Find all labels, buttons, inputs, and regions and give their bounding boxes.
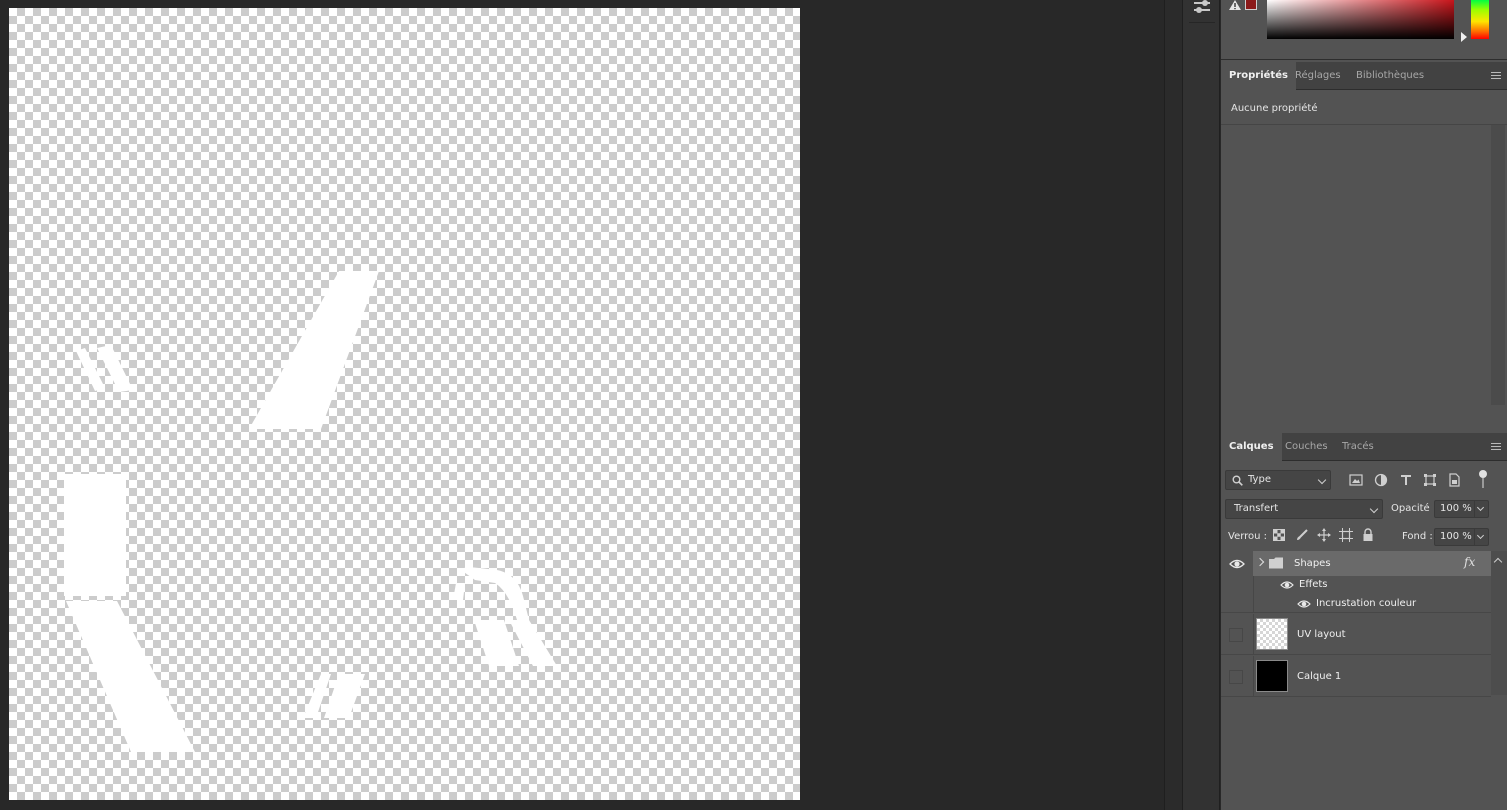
lock-artboard-icon[interactable] bbox=[1339, 528, 1353, 542]
tab-reglages[interactable]: Réglages bbox=[1287, 62, 1349, 90]
tab-proprietes[interactable]: Propriétés bbox=[1221, 62, 1296, 90]
layer-thumbnail-transparent bbox=[1256, 618, 1288, 650]
layer-name-uv-layout[interactable]: UV layout bbox=[1297, 629, 1346, 640]
chevron-down-icon bbox=[1317, 475, 1327, 485]
visibility-toggle-off[interactable] bbox=[1229, 670, 1243, 684]
effects-header-label[interactable]: Effets bbox=[1299, 579, 1328, 590]
opacity-field[interactable]: 100 % bbox=[1434, 500, 1489, 518]
uv-shape-diagonal-strip bbox=[66, 601, 195, 752]
hue-slider[interactable] bbox=[1471, 0, 1489, 39]
smart-object-filter-icon[interactable] bbox=[1447, 473, 1461, 487]
lock-transparent-pixels-icon[interactable] bbox=[1272, 528, 1286, 542]
fill-value: 100 % bbox=[1440, 531, 1472, 542]
document-canvas[interactable] bbox=[9, 8, 800, 800]
layer-name-shapes[interactable]: Shapes bbox=[1294, 558, 1331, 569]
warning-triangle-icon[interactable] bbox=[1229, 0, 1241, 10]
no-properties-text: Aucune propriété bbox=[1231, 103, 1318, 114]
tab-calques[interactable]: Calques bbox=[1221, 433, 1282, 461]
layer-row-shapes[interactable]: Shapes fx Effets Incrustation couleur bbox=[1221, 551, 1491, 613]
layer-name-calque-1[interactable]: Calque 1 bbox=[1297, 671, 1341, 682]
properties-divider bbox=[1221, 124, 1507, 125]
uv-shape-small-bottom-b bbox=[324, 674, 365, 718]
layer-row-uv-layout[interactable]: UV layout bbox=[1221, 614, 1491, 655]
right-panel-column: Propriétés Réglages Bibliothèques Aucune… bbox=[1221, 0, 1507, 810]
collapsed-panel-dock bbox=[1182, 0, 1220, 810]
hamburger-menu-icon[interactable] bbox=[1491, 72, 1501, 81]
type-filter-icon[interactable] bbox=[1399, 473, 1413, 487]
chevron-down-icon bbox=[1369, 504, 1379, 514]
dock-gutter bbox=[1164, 0, 1182, 810]
image-filter-icon[interactable] bbox=[1349, 473, 1363, 487]
tab-couches[interactable]: Couches bbox=[1277, 433, 1336, 461]
shape-filter-icon[interactable] bbox=[1423, 473, 1437, 487]
blend-mode-value: Transfert bbox=[1234, 503, 1279, 514]
lock-all-icon[interactable] bbox=[1361, 528, 1375, 542]
layer-list-scrollbar[interactable] bbox=[1491, 551, 1507, 695]
fill-label: Fond : bbox=[1402, 531, 1433, 542]
tab-bibliotheques[interactable]: Bibliothèques bbox=[1348, 62, 1432, 90]
color-picker-field[interactable] bbox=[1267, 0, 1454, 39]
properties-scrollbar[interactable] bbox=[1491, 125, 1505, 405]
hue-slider-marker[interactable] bbox=[1461, 32, 1467, 42]
filter-kind-value: Type bbox=[1248, 474, 1271, 485]
adjustment-filter-icon[interactable] bbox=[1374, 473, 1388, 487]
chevron-down-icon[interactable] bbox=[1476, 503, 1485, 512]
uv-shape-notch bbox=[453, 583, 465, 600]
layer-thumbnail-black bbox=[1256, 660, 1288, 692]
eye-icon[interactable] bbox=[1229, 556, 1245, 572]
chevron-up-icon[interactable] bbox=[1493, 557, 1503, 567]
layer-row-calque-1[interactable]: Calque 1 bbox=[1221, 656, 1491, 697]
selected-layer-highlight bbox=[1253, 551, 1491, 576]
properties-tab-bar: Propriétés Réglages Bibliothèques bbox=[1221, 62, 1507, 90]
dock-divider bbox=[1189, 22, 1215, 23]
opacity-label: Opacité : bbox=[1391, 503, 1437, 514]
blend-mode-select[interactable]: Transfert bbox=[1225, 499, 1383, 519]
tab-traces[interactable]: Tracés bbox=[1334, 433, 1382, 461]
effect-color-overlay-label[interactable]: Incrustation couleur bbox=[1316, 598, 1416, 609]
layers-tab-bar: Calques Couches Tracés bbox=[1221, 433, 1507, 461]
adjustment-sliders-icon[interactable] bbox=[1192, 0, 1214, 16]
row-divider bbox=[1253, 656, 1254, 697]
properties-panel-body: Aucune propriété bbox=[1221, 91, 1507, 429]
lock-label: Verrou : bbox=[1228, 531, 1268, 542]
group-indent-line bbox=[1253, 576, 1254, 613]
lock-image-pixels-icon[interactable] bbox=[1295, 528, 1309, 542]
opacity-value: 100 % bbox=[1440, 503, 1472, 514]
folder-icon bbox=[1268, 556, 1284, 570]
photoshop-window: Propriétés Réglages Bibliothèques Aucune… bbox=[0, 0, 1507, 810]
search-icon bbox=[1232, 475, 1243, 486]
out-of-gamut-swatch[interactable] bbox=[1245, 0, 1257, 10]
layer-filter-toggle[interactable] bbox=[1479, 470, 1487, 490]
visibility-toggle-off[interactable] bbox=[1229, 628, 1243, 642]
uv-layout-artwork bbox=[64, 271, 557, 752]
uv-shape-arc bbox=[461, 567, 529, 620]
eye-icon[interactable] bbox=[1279, 577, 1295, 593]
chevron-down-icon[interactable] bbox=[1476, 531, 1485, 540]
document-workspace bbox=[0, 0, 1164, 810]
fill-field[interactable]: 100 % bbox=[1434, 528, 1489, 546]
uv-shape-tall-strip bbox=[249, 271, 379, 429]
layers-panel-body: Type Transfert Opacité: 100 % Verrou: … bbox=[1221, 462, 1507, 810]
layer-filter-kind-select[interactable]: Type bbox=[1225, 470, 1331, 490]
row-divider bbox=[1253, 614, 1254, 655]
fx-icon[interactable]: fx bbox=[1464, 555, 1475, 569]
eye-icon[interactable] bbox=[1296, 596, 1312, 612]
hamburger-menu-icon[interactable] bbox=[1491, 443, 1501, 452]
uv-shape-lower-right-a bbox=[474, 620, 519, 666]
lock-position-icon[interactable] bbox=[1317, 528, 1331, 542]
color-panel bbox=[1221, 0, 1507, 60]
uv-shape-rectangle bbox=[64, 474, 126, 596]
